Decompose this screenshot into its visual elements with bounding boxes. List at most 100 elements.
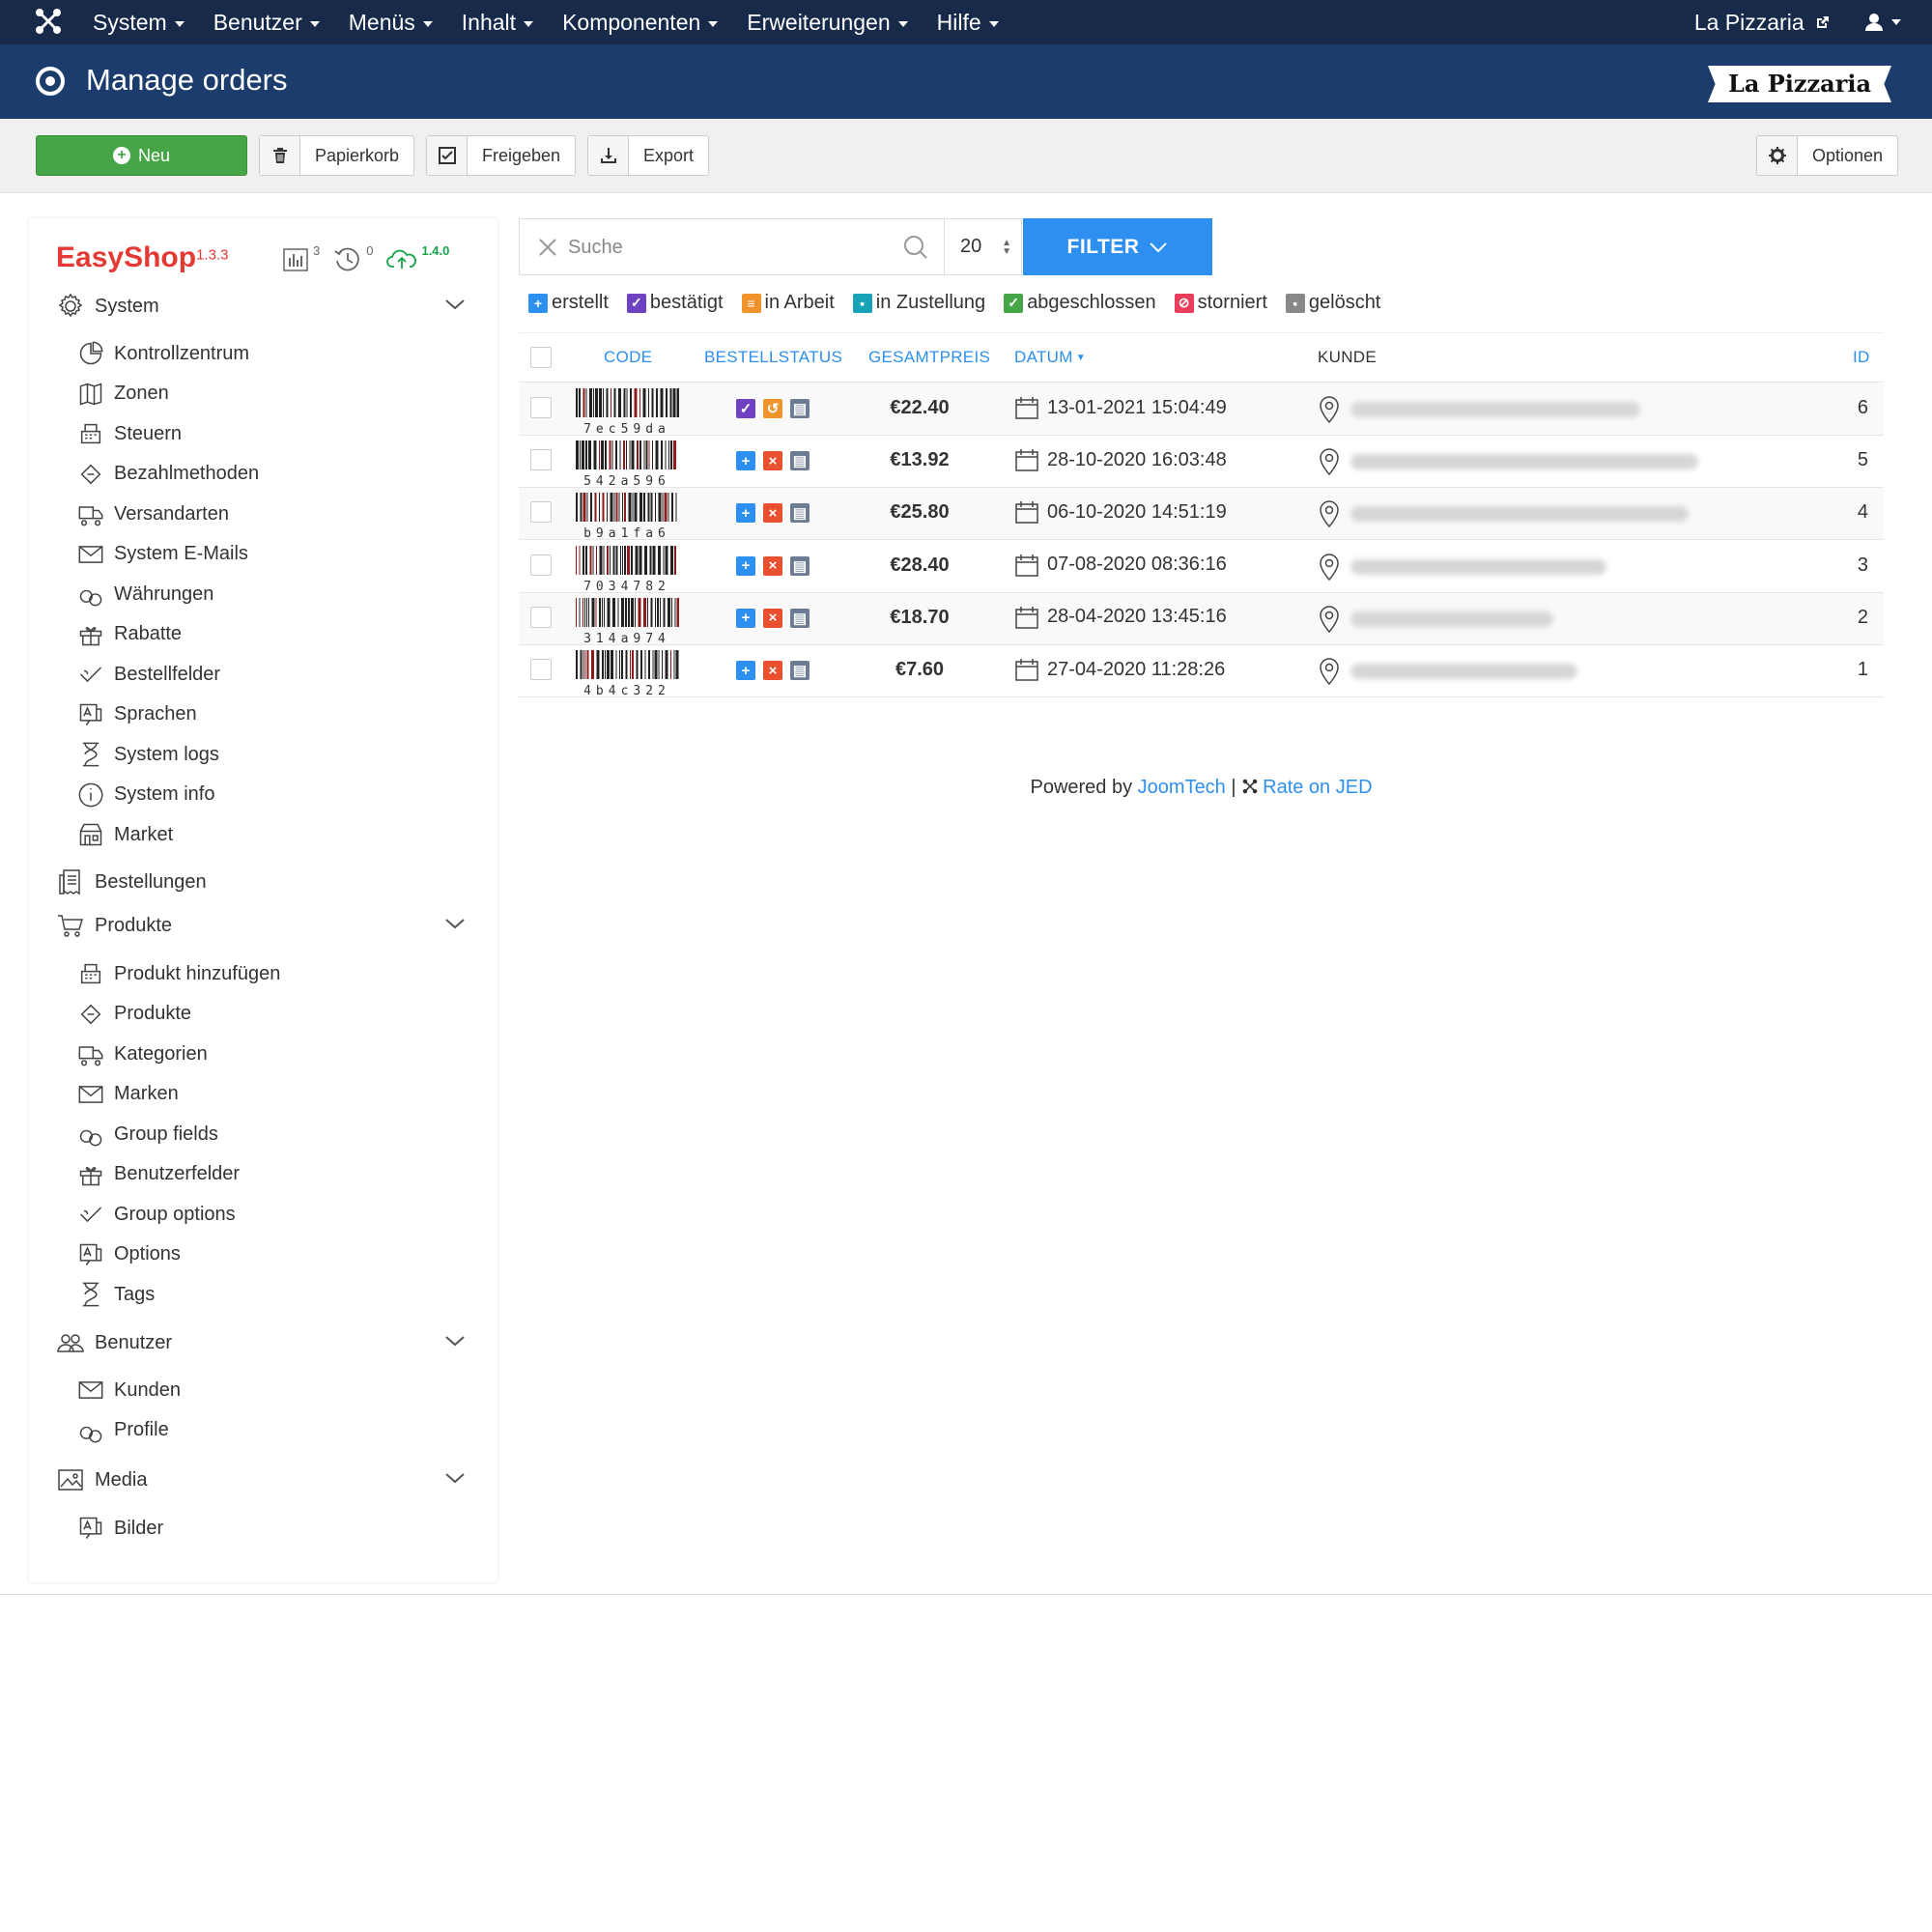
order-barcode[interactable]: 7ec59da xyxy=(575,388,680,437)
new-button[interactable]: + Neu xyxy=(36,135,247,176)
list-limit-select[interactable]: 20 ▲ ▼ xyxy=(945,218,1022,275)
menu-group-media[interactable]: Media xyxy=(56,1465,147,1494)
cancel-status-icon[interactable]: × xyxy=(763,503,782,524)
rate-on-jed-link[interactable]: Rate on JED xyxy=(1263,777,1372,798)
sidebar-item-profile[interactable]: Profile xyxy=(77,1417,169,1444)
site-link[interactable]: La Pizzaria xyxy=(1694,10,1830,36)
legend-item-bestaetigt[interactable]: ✓ bestätigt xyxy=(626,292,724,314)
print-icon[interactable]: ▤ xyxy=(790,503,810,524)
menu-group-produkte[interactable]: Produkte xyxy=(56,911,172,940)
stats-badge[interactable]: 3 xyxy=(282,243,320,272)
joomla-logo-icon[interactable] xyxy=(33,6,64,37)
topnav-system[interactable]: System xyxy=(93,0,185,44)
sidebar-item-marken[interactable]: Marken xyxy=(77,1081,179,1108)
add-status-icon[interactable]: + xyxy=(736,555,755,576)
order-barcode[interactable]: 314a974 xyxy=(575,597,680,646)
sidebar-item-kontrollzentrum[interactable]: Kontrollzentrum xyxy=(77,340,249,367)
sidebar-item-versandarten[interactable]: Versandarten xyxy=(77,500,229,527)
history-badge[interactable]: 0 xyxy=(333,243,373,272)
topnav-menues[interactable]: Menüs xyxy=(349,0,433,44)
sidebar-item-bestellfelder[interactable]: Bestellfelder xyxy=(77,661,220,688)
print-icon[interactable]: ▤ xyxy=(790,399,810,418)
search-icon[interactable] xyxy=(903,235,928,260)
options-button[interactable]: Optionen xyxy=(1756,135,1899,176)
order-customer[interactable] xyxy=(1318,553,1606,582)
add-status-icon[interactable]: + xyxy=(736,608,755,628)
cancel-status-icon[interactable]: × xyxy=(763,661,782,680)
confirmed-status-icon[interactable]: ✓ xyxy=(736,399,755,418)
sidebar-item-options[interactable]: Options xyxy=(77,1241,181,1268)
sidebar-item-produkt-hinzufuegen[interactable]: Produkt hinzufügen xyxy=(77,960,280,987)
row-checkbox[interactable] xyxy=(530,501,552,524)
legend-item-storniert[interactable]: ⊘ storniert xyxy=(1174,292,1267,314)
print-icon[interactable]: ▤ xyxy=(790,555,810,576)
cancel-status-icon[interactable]: × xyxy=(763,555,782,576)
sidebar-item-benutzerfelder[interactable]: Benutzerfelder xyxy=(77,1161,240,1188)
print-icon[interactable]: ▤ xyxy=(790,661,810,680)
sidebar-item-zonen[interactable]: Zonen xyxy=(77,381,169,408)
easyshop-logo[interactable]: EasyShop1.3.3 xyxy=(56,242,228,274)
legend-item-in-zustellung[interactable]: ▪ in Zustellung xyxy=(852,292,985,314)
column-date[interactable]: DATUM ▼ xyxy=(1014,348,1086,367)
add-status-icon[interactable]: + xyxy=(736,661,755,680)
menu-group-system[interactable]: System xyxy=(56,292,159,321)
sidebar-item-steuern[interactable]: Steuern xyxy=(77,420,182,447)
topnav-hilfe[interactable]: Hilfe xyxy=(937,0,999,44)
sidebar-item-produkte[interactable]: Produkte xyxy=(77,1001,191,1028)
topnav-erweiterungen[interactable]: Erweiterungen xyxy=(747,0,908,44)
row-checkbox[interactable] xyxy=(530,659,552,680)
order-customer[interactable] xyxy=(1318,447,1698,476)
cancel-status-icon[interactable]: × xyxy=(763,451,782,471)
trash-button[interactable]: Papierkorb xyxy=(259,135,415,176)
legend-item-geloescht[interactable]: ▪ gelöscht xyxy=(1285,292,1380,314)
sidebar-item-system-info[interactable]: System info xyxy=(77,781,214,809)
print-icon[interactable]: ▤ xyxy=(790,608,810,628)
sidebar-item-kategorien[interactable]: Kategorien xyxy=(77,1040,208,1067)
table-row[interactable]: 7ec59da ✓ ↺ ▤ €22.40 13-01-2021 15:04:49 6 xyxy=(519,384,1884,437)
topnav-inhalt[interactable]: Inhalt xyxy=(462,0,534,44)
legend-item-erstellt[interactable]: + erstellt xyxy=(528,292,609,314)
order-barcode[interactable]: 542a596 xyxy=(575,440,679,489)
menu-group-benutzer[interactable]: Benutzer xyxy=(56,1328,172,1357)
sidebar-item-system-logs[interactable]: System logs xyxy=(77,741,219,768)
close-icon[interactable] xyxy=(537,237,558,258)
topnav-benutzer[interactable]: Benutzer xyxy=(213,0,320,44)
chevron-down-icon[interactable] xyxy=(444,298,466,311)
order-customer[interactable] xyxy=(1318,657,1577,686)
sidebar-item-bezahlmethoden[interactable]: Bezahlmethoden xyxy=(77,461,259,488)
table-row[interactable]: b9a1fa6 + × ▤ €25.80 06-10-2020 14:51:19 4 xyxy=(519,488,1884,541)
print-icon[interactable]: ▤ xyxy=(790,451,810,471)
column-id[interactable]: ID xyxy=(1853,348,1870,367)
filter-button[interactable]: FILTER xyxy=(1023,218,1212,275)
add-status-icon[interactable]: + xyxy=(736,451,755,471)
table-row[interactable]: 542a596 + × ▤ €13.92 28-10-2020 16:03:48 5 xyxy=(519,436,1884,489)
sidebar-item-bilder[interactable]: Bilder xyxy=(77,1515,163,1542)
chevron-down-icon[interactable] xyxy=(444,1334,466,1348)
sidebar-item-sprachen[interactable]: Sprachen xyxy=(77,701,197,728)
column-total[interactable]: GESAMTPREIS xyxy=(868,348,990,367)
search-input[interactable] xyxy=(568,231,877,264)
sidebar-item-tags[interactable]: Tags xyxy=(77,1281,155,1308)
sidebar-item-system-e-mails[interactable]: System E-Mails xyxy=(77,541,248,568)
topnav-komponenten[interactable]: Komponenten xyxy=(562,0,719,44)
sidebar-item-rabatte[interactable]: Rabatte xyxy=(77,621,182,648)
order-customer[interactable] xyxy=(1318,605,1553,634)
cancel-status-icon[interactable]: × xyxy=(763,608,782,628)
chevron-down-icon[interactable] xyxy=(444,1471,466,1485)
sidebar-item-market[interactable]: Market xyxy=(77,821,173,848)
column-code[interactable]: CODE xyxy=(604,348,652,367)
legend-item-abgeschlossen[interactable]: ✓ abgeschlossen xyxy=(1004,292,1156,314)
row-checkbox[interactable] xyxy=(530,606,552,628)
joomtech-link[interactable]: JoomTech xyxy=(1138,777,1226,798)
legend-item-in-arbeit[interactable]: ≡ in Arbeit xyxy=(741,292,835,314)
order-barcode[interactable]: 4b4c322 xyxy=(575,650,679,698)
add-status-icon[interactable]: + xyxy=(736,503,755,524)
table-row[interactable]: 7034782 + × ▤ €28.40 07-08-2020 08:36:16 3 xyxy=(519,541,1884,594)
publish-button[interactable]: Freigeben xyxy=(426,135,577,176)
sidebar-item-waehrungen[interactable]: Währungen xyxy=(77,581,213,608)
chevron-down-icon[interactable] xyxy=(444,917,466,930)
export-button[interactable]: Export xyxy=(587,135,710,176)
table-row[interactable]: 314a974 + × ▤ €18.70 28-04-2020 13:45:16 2 xyxy=(519,592,1884,646)
row-checkbox[interactable] xyxy=(530,449,552,471)
undo-status-icon[interactable]: ↺ xyxy=(763,399,782,418)
